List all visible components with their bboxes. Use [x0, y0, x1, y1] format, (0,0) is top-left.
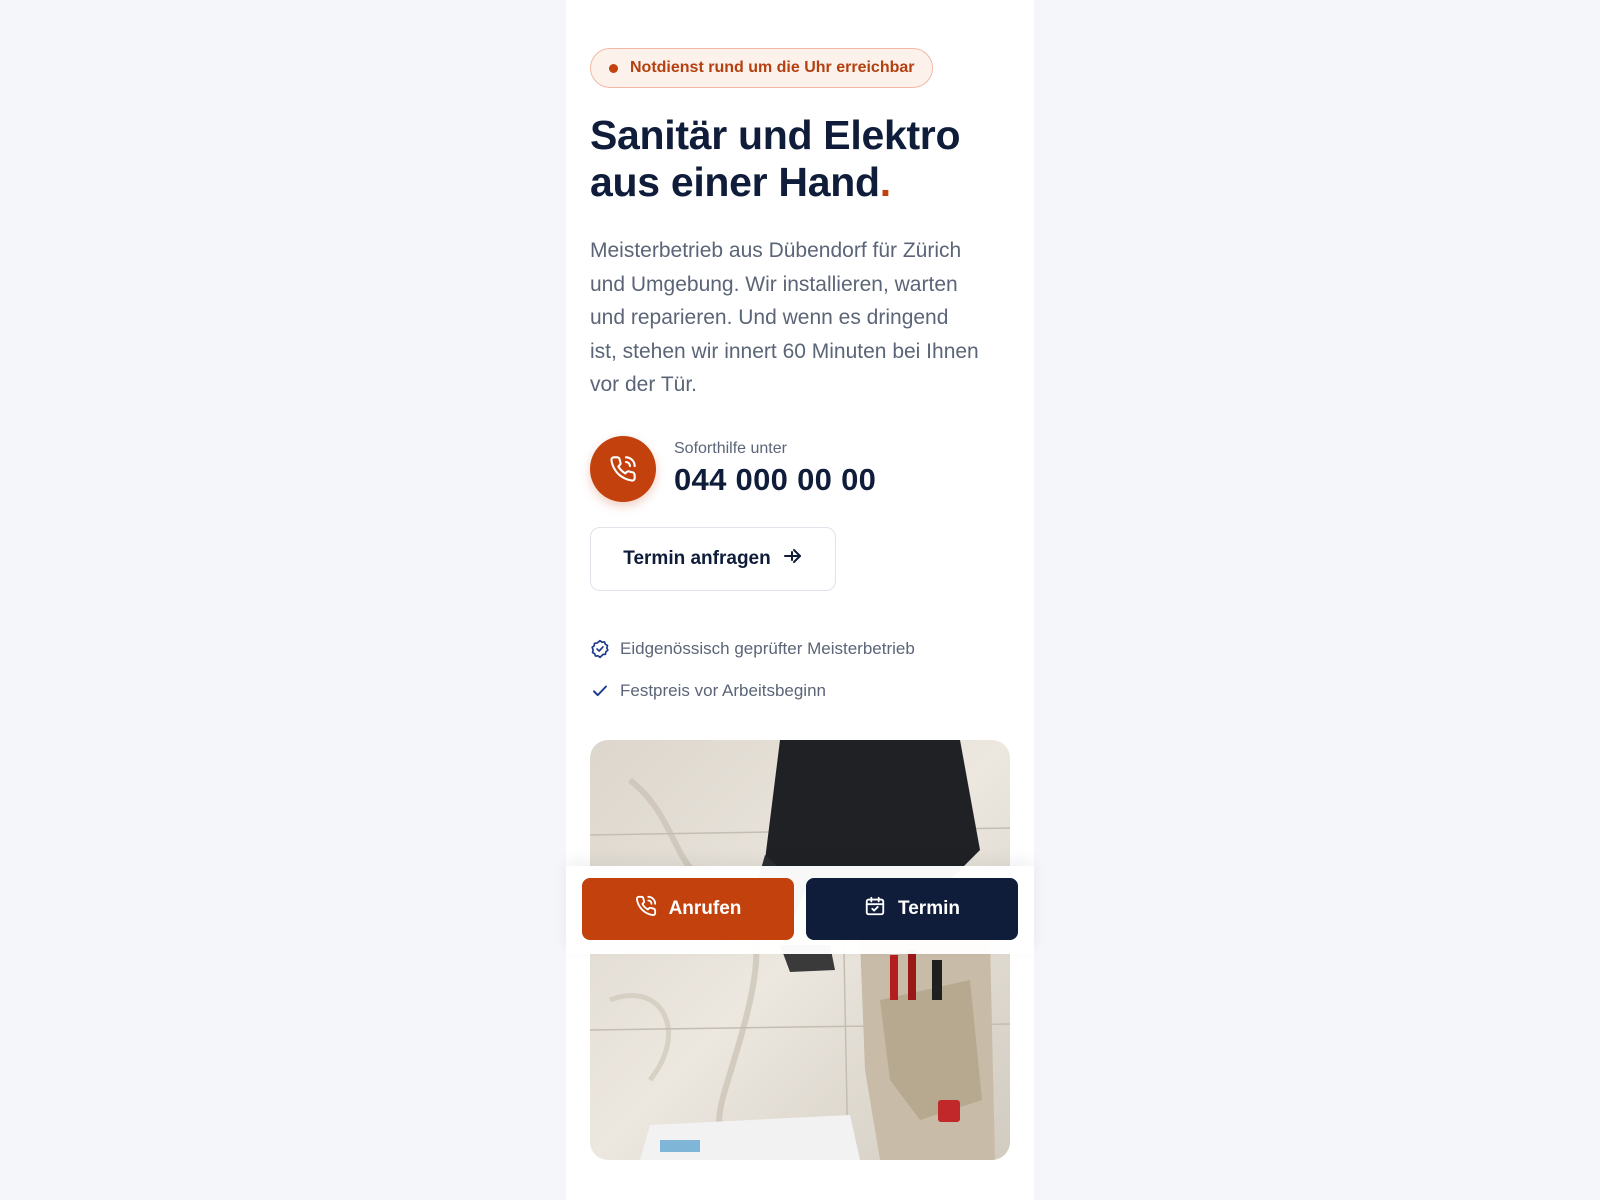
appointment-button-label: Termin [898, 898, 960, 919]
list-item: Festpreis vor Arbeitsbeginn [590, 670, 915, 712]
headline-line-1: Sanitär und Elektro [590, 112, 961, 158]
sticky-action-bar: Anrufen Termin [566, 866, 1034, 954]
list-item: Eidgenössisch geprüfter Meisterbetrieb [590, 628, 915, 670]
feature-text: Eidgenössisch geprüfter Meisterbetrieb [620, 639, 915, 658]
hero-lead-text: Meisterbetrieb aus Dübendorf für Zürich … [590, 239, 979, 396]
call-button-label: Anrufen [668, 898, 742, 919]
feature-list: Eidgenössisch geprüfter Meisterbetrieb F… [590, 628, 915, 712]
request-appointment-label: Termin anfragen [623, 548, 771, 569]
phone-icon[interactable] [590, 436, 656, 502]
calendar-check-icon [864, 895, 886, 923]
appointment-button[interactable]: Termin [806, 878, 1018, 940]
mobile-viewport: Notdienst rund um die Uhr erreichbar San… [566, 0, 1034, 1200]
emergency-badge-text: Notdienst rund um die Uhr erreichbar [630, 59, 915, 76]
headline-line-2: aus einer Hand [590, 159, 880, 205]
request-appointment-button[interactable]: Termin anfragen [590, 527, 836, 591]
check-icon [590, 681, 610, 701]
arrow-right-icon [783, 548, 803, 570]
headline-accent-dot: . [879, 159, 891, 205]
page-title: Sanitär und Elektro aus einer Hand. [590, 112, 1010, 206]
hotline-number[interactable]: 044 000 00 00 [674, 462, 876, 498]
hotline-block[interactable]: Soforthilfe unter 044 000 00 00 [590, 436, 876, 502]
status-dot-icon [609, 63, 618, 73]
emergency-badge: Notdienst rund um die Uhr erreichbar [590, 48, 934, 88]
feature-text: Festpreis vor Arbeitsbeginn [620, 681, 826, 700]
phone-icon [635, 895, 657, 923]
call-button[interactable]: Anrufen [582, 878, 794, 940]
badge-check-icon [590, 639, 610, 659]
hotline-label: Soforthilfe unter [674, 440, 787, 457]
